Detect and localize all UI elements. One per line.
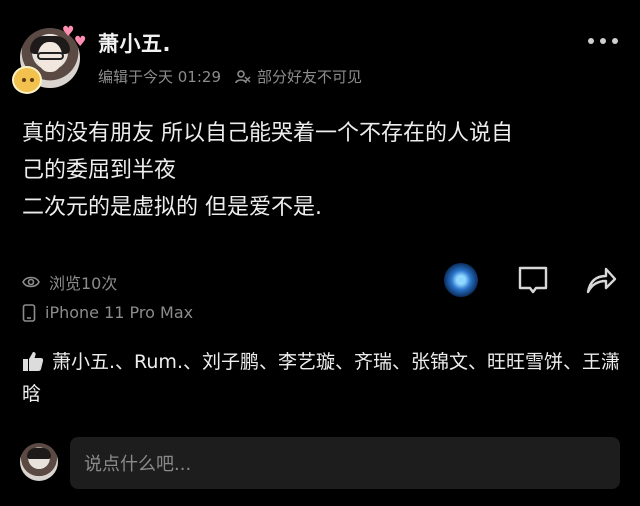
avatar-glasses	[37, 52, 64, 60]
author-avatar-group[interactable]: ♥ ♥	[12, 24, 87, 96]
more-options-button[interactable]	[588, 38, 618, 44]
reward-badge-icon[interactable]	[444, 263, 478, 297]
comment-input[interactable]: 说点什么吧...	[70, 437, 620, 489]
heart-icon: ♥	[62, 24, 75, 40]
share-icon[interactable]	[584, 263, 618, 297]
visibility-label[interactable]: 部分好友不可见	[257, 66, 362, 87]
comment-icon[interactable]	[516, 263, 550, 297]
phone-icon	[22, 303, 36, 322]
device-name: iPhone 11 Pro Max	[45, 303, 194, 322]
author-name[interactable]: 萧小五.	[98, 28, 171, 58]
edited-time: 编辑于今天 01:29	[98, 68, 221, 86]
liker-names[interactable]: 萧小五.、Rum.、刘子鹏、李艺璇、齐瑞、张锦文、旺旺雪饼、王潇晗	[22, 351, 620, 405]
more-dots-icon	[588, 38, 594, 44]
likes-row: 萧小五.、Rum.、刘子鹏、李艺璇、齐瑞、张锦文、旺旺雪饼、王潇晗	[22, 346, 622, 410]
views-row: 浏览10次	[22, 270, 117, 294]
eye-icon	[22, 276, 40, 288]
current-user-avatar	[20, 443, 58, 481]
views-count: 浏览10次	[49, 274, 118, 293]
post-content: 真的没有朋友 所以自己能哭着一个不存在的人说自 己的委屈到半夜 二次元的是虚拟的…	[22, 121, 513, 220]
bear-sticker-icon	[12, 66, 42, 94]
comment-placeholder: 说点什么吧...	[84, 454, 192, 475]
people-icon	[235, 69, 251, 83]
post-meta: 编辑于今天 01:29 部分好友不可见	[98, 66, 362, 87]
thumbs-up-icon	[23, 352, 44, 371]
device-row: iPhone 11 Pro Max	[22, 303, 193, 322]
hearts-decoration: ♥ ♥	[60, 24, 92, 50]
heart-icon: ♥	[74, 34, 87, 50]
